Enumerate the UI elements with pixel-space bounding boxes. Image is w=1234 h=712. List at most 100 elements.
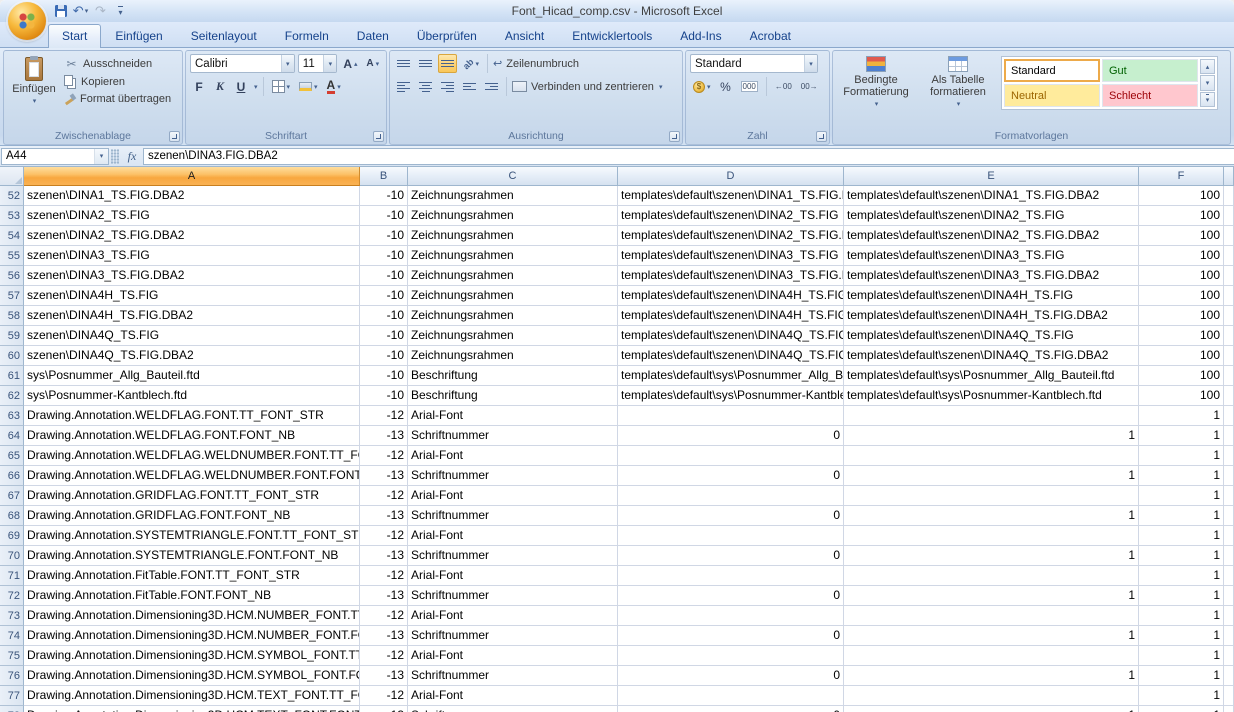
gallery-scroll-down-button[interactable]: ▾ — [1200, 75, 1215, 90]
tab-einfügen[interactable]: Einfügen — [101, 24, 176, 48]
cell-a56[interactable]: szenen\DINA3_TS.FIG.DBA2 — [24, 266, 360, 286]
font-family-select[interactable]: Calibri ▾ — [190, 54, 295, 73]
cell-a72[interactable]: Drawing.Annotation.FitTable.FONT.FONT_NB — [24, 586, 360, 606]
cell-a59[interactable]: szenen\DINA4Q_TS.FIG — [24, 326, 360, 346]
cell-e77[interactable] — [844, 686, 1139, 706]
conditional-formatting-button[interactable]: Bedingte Formatierung ▾ — [837, 54, 915, 108]
cell-d66[interactable]: 0 — [618, 466, 844, 486]
cell-e74[interactable]: 1 — [844, 626, 1139, 646]
cell-d53[interactable]: templates\default\szenen\DINA2_TS.FIG — [618, 206, 844, 226]
tab-entwicklertools[interactable]: Entwicklertools — [558, 24, 666, 48]
cell-style-neutral[interactable]: Neutral — [1004, 84, 1100, 107]
cell-e65[interactable] — [844, 446, 1139, 466]
grow-font-button[interactable]: A▴ — [340, 54, 360, 73]
cell-overflow[interactable] — [1224, 526, 1234, 546]
row-header-61[interactable]: 61 — [0, 366, 24, 386]
cell-d56[interactable]: templates\default\szenen\DINA3_TS.FIG.DB… — [618, 266, 844, 286]
cell-f65[interactable]: 1 — [1139, 446, 1224, 466]
font-color-button[interactable]: A ▾ — [324, 77, 344, 96]
cell-d75[interactable] — [618, 646, 844, 666]
orientation-button[interactable]: ab ▾ — [460, 54, 482, 73]
row-header-62[interactable]: 62 — [0, 386, 24, 406]
row-header-66[interactable]: 66 — [0, 466, 24, 486]
row-header-67[interactable]: 67 — [0, 486, 24, 506]
cell-e59[interactable]: templates\default\szenen\DINA4Q_TS.FIG — [844, 326, 1139, 346]
cell-e68[interactable]: 1 — [844, 506, 1139, 526]
cell-d74[interactable]: 0 — [618, 626, 844, 646]
formula-bar-grip[interactable] — [111, 149, 119, 164]
shrink-font-button[interactable]: A▾ — [363, 54, 382, 73]
cell-a74[interactable]: Drawing.Annotation.Dimensioning3D.HCM.NU… — [24, 626, 360, 646]
row-header-59[interactable]: 59 — [0, 326, 24, 346]
cell-overflow[interactable] — [1224, 186, 1234, 206]
cell-a75[interactable]: Drawing.Annotation.Dimensioning3D.HCM.SY… — [24, 646, 360, 666]
cell-overflow[interactable] — [1224, 246, 1234, 266]
cell-d60[interactable]: templates\default\szenen\DINA4Q_TS.FIG.D… — [618, 346, 844, 366]
cell-overflow[interactable] — [1224, 486, 1234, 506]
cell-b60[interactable]: -10 — [360, 346, 408, 366]
row-header-58[interactable]: 58 — [0, 306, 24, 326]
cell-a63[interactable]: Drawing.Annotation.WELDFLAG.FONT.TT_FONT… — [24, 406, 360, 426]
cell-b58[interactable]: -10 — [360, 306, 408, 326]
cell-b63[interactable]: -12 — [360, 406, 408, 426]
cell-e54[interactable]: templates\default\szenen\DINA2_TS.FIG.DB… — [844, 226, 1139, 246]
accounting-format-button[interactable]: $ ▾ — [690, 77, 714, 96]
cell-e78[interactable]: 1 — [844, 706, 1139, 712]
fill-color-button[interactable]: ▾ — [296, 77, 321, 96]
cell-a60[interactable]: szenen\DINA4Q_TS.FIG.DBA2 — [24, 346, 360, 366]
cell-a66[interactable]: Drawing.Annotation.WELDFLAG.WELDNUMBER.F… — [24, 466, 360, 486]
tab-formeln[interactable]: Formeln — [271, 24, 343, 48]
qat-customize-button[interactable]: ▾ — [112, 2, 129, 20]
row-header-53[interactable]: 53 — [0, 206, 24, 226]
cell-d64[interactable]: 0 — [618, 426, 844, 446]
percent-style-button[interactable]: % — [717, 77, 735, 96]
cell-overflow[interactable] — [1224, 206, 1234, 226]
cell-c74[interactable]: Schriftnummer — [408, 626, 618, 646]
cell-c58[interactable]: Zeichnungsrahmen — [408, 306, 618, 326]
cell-f64[interactable]: 1 — [1139, 426, 1224, 446]
row-header-60[interactable]: 60 — [0, 346, 24, 366]
cell-d65[interactable] — [618, 446, 844, 466]
dialog-launcher-icon[interactable] — [373, 131, 384, 142]
column-header-e[interactable]: E — [844, 167, 1139, 186]
cell-overflow[interactable] — [1224, 566, 1234, 586]
row-header-56[interactable]: 56 — [0, 266, 24, 286]
cell-c70[interactable]: Schriftnummer — [408, 546, 618, 566]
cell-c68[interactable]: Schriftnummer — [408, 506, 618, 526]
cell-overflow[interactable] — [1224, 386, 1234, 406]
cell-b76[interactable]: -13 — [360, 666, 408, 686]
underline-button[interactable]: U — [232, 77, 250, 96]
cell-c73[interactable]: Arial-Font — [408, 606, 618, 626]
tab-überprüfen[interactable]: Überprüfen — [403, 24, 491, 48]
column-header-a[interactable]: A — [24, 167, 360, 186]
cell-f73[interactable]: 1 — [1139, 606, 1224, 626]
borders-button[interactable]: ▾ — [269, 77, 294, 96]
align-top-button[interactable] — [394, 54, 413, 73]
cell-a55[interactable]: szenen\DINA3_TS.FIG — [24, 246, 360, 266]
name-box[interactable]: A44 ▾ — [1, 148, 109, 165]
gallery-scroll-up-button[interactable]: ▴ — [1200, 59, 1215, 74]
cell-a68[interactable]: Drawing.Annotation.GRIDFLAG.FONT.FONT_NB — [24, 506, 360, 526]
cell-f52[interactable]: 100 — [1139, 186, 1224, 206]
row-header-68[interactable]: 68 — [0, 506, 24, 526]
cut-button[interactable]: ✂ Ausschneiden — [64, 57, 171, 71]
comma-style-button[interactable]: 000 — [738, 77, 761, 96]
cell-e73[interactable] — [844, 606, 1139, 626]
cell-d62[interactable]: templates\default\sys\Posnummer-Kantblec… — [618, 386, 844, 406]
cell-f71[interactable]: 1 — [1139, 566, 1224, 586]
row-header-73[interactable]: 73 — [0, 606, 24, 626]
cell-a62[interactable]: sys\Posnummer-Kantblech.ftd — [24, 386, 360, 406]
row-header-55[interactable]: 55 — [0, 246, 24, 266]
tab-seitenlayout[interactable]: Seitenlayout — [177, 24, 271, 48]
cell-f76[interactable]: 1 — [1139, 666, 1224, 686]
column-header-partial[interactable] — [1224, 167, 1234, 186]
cell-overflow[interactable] — [1224, 426, 1234, 446]
cell-c78[interactable]: Schriftnummer — [408, 706, 618, 712]
copy-button[interactable]: Kopieren — [64, 75, 171, 89]
cell-d58[interactable]: templates\default\szenen\DINA4H_TS.FIG.D… — [618, 306, 844, 326]
cell-e63[interactable] — [844, 406, 1139, 426]
column-header-f[interactable]: F — [1139, 167, 1224, 186]
cell-f72[interactable]: 1 — [1139, 586, 1224, 606]
cell-a52[interactable]: szenen\DINA1_TS.FIG.DBA2 — [24, 186, 360, 206]
dialog-launcher-icon[interactable] — [816, 131, 827, 142]
